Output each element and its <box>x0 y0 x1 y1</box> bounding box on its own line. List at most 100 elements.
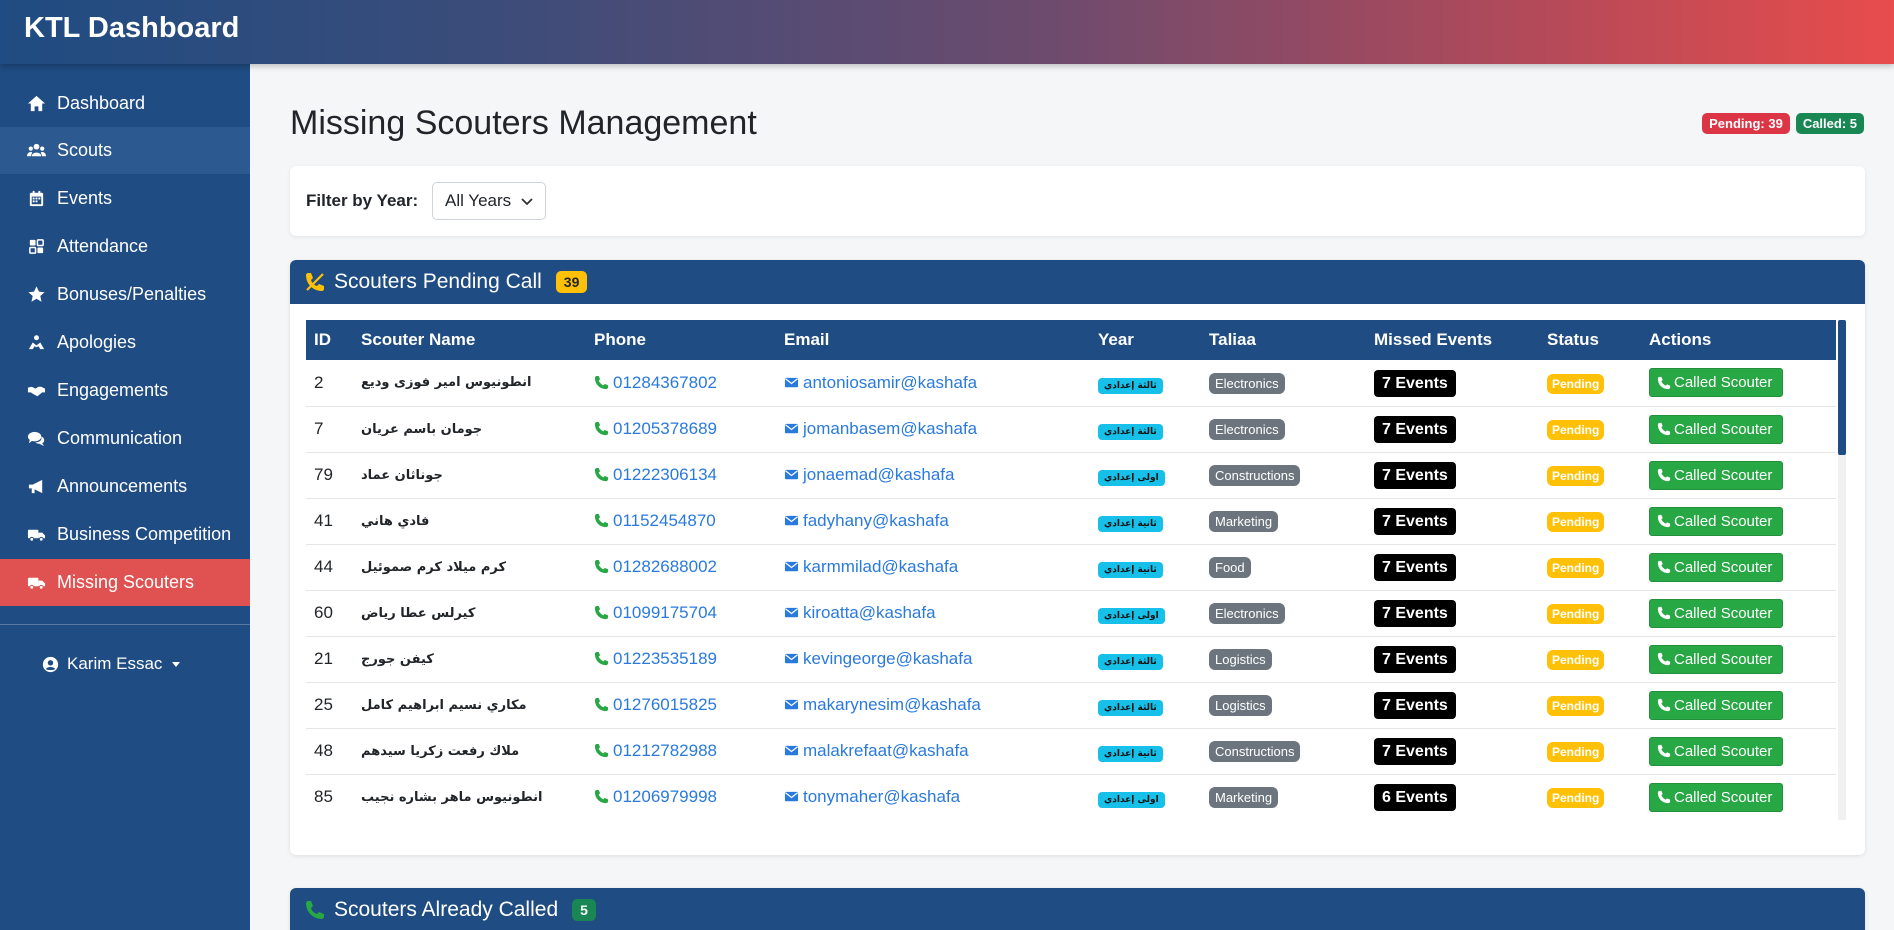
taliaa-badge: Constructions <box>1209 741 1301 762</box>
taliaa-badge: Electronics <box>1209 603 1285 624</box>
sidebar-item-communication[interactable]: Communication <box>0 415 250 462</box>
table-row: 48 ملاك رفعت زكريا سيدهم 01212782988 malakr… <box>306 728 1836 774</box>
phone-link[interactable]: 01276015825 <box>613 695 717 714</box>
cell-year: ثانية إعدادي <box>1090 498 1201 544</box>
cell-missed-events: 7 Events <box>1366 682 1539 728</box>
cell-status: Pending <box>1539 498 1641 544</box>
table-row: 21 كيفن جورج 01223535189 kevingeorge@kashaf… <box>306 636 1836 682</box>
year-badge: ثالثة إعدادي <box>1098 424 1163 440</box>
sidebar-item-scouts[interactable]: Scouts <box>0 127 250 174</box>
phone-icon <box>306 901 324 919</box>
phone-link[interactable]: 01282688002 <box>613 557 717 576</box>
top-navbar: KTL Dashboard <box>0 0 1894 64</box>
called-scouter-label: Called Scouter <box>1674 558 1773 576</box>
called-scouter-button[interactable]: Called Scouter <box>1649 414 1784 444</box>
envelope-icon <box>784 421 799 436</box>
email-link[interactable]: kiroatta@kashafa <box>803 603 936 622</box>
cell-id: 21 <box>314 649 333 668</box>
cell-email: jomanbasem@kashafa <box>776 406 1090 452</box>
email-link[interactable]: karmmilad@kashafa <box>803 557 958 576</box>
pending-table-container[interactable]: ID Scouter Name Phone Email Year Taliaa … <box>306 320 1841 820</box>
sidebar-item-events[interactable]: Events <box>0 175 250 222</box>
email-link[interactable]: fadyhany@kashafa <box>803 511 949 530</box>
scrollbar-thumb[interactable] <box>1838 320 1846 455</box>
cell-status: Pending <box>1539 728 1641 774</box>
cell-scouter-name: جومان باسم عريان <box>361 421 483 437</box>
app-brand[interactable]: KTL Dashboard <box>24 12 239 45</box>
calendar-icon <box>25 188 47 210</box>
called-scouter-label: Called Scouter <box>1674 466 1773 484</box>
email-link[interactable]: malakrefaat@kashafa <box>803 741 969 760</box>
user-circle-icon <box>42 656 59 672</box>
cell-email: tonymaher@kashafa <box>776 774 1090 820</box>
email-link[interactable]: jonaemad@kashafa <box>803 465 954 484</box>
sidebar-item-missing-scouters[interactable]: Missing Scouters <box>0 559 250 606</box>
status-badge: Pending <box>1547 788 1605 808</box>
sidebar-item-label: Announcements <box>57 476 188 496</box>
cell-actions: Called Scouter <box>1641 682 1836 728</box>
email-link[interactable]: tonymaher@kashafa <box>803 787 960 806</box>
email-link[interactable]: antoniosamir@kashafa <box>803 373 977 392</box>
sidebar-item-engagements[interactable]: Engagements <box>0 367 250 414</box>
sidebar-item-announcements[interactable]: Announcements <box>0 463 250 510</box>
cell-status: Pending <box>1539 406 1641 452</box>
sidebar-item-attendance[interactable]: Attendance <box>0 223 250 270</box>
sidebar-item-label: Engagements <box>57 380 169 400</box>
sidebar-item-bonuses-penalties[interactable]: Bonuses/Penalties <box>0 271 250 318</box>
phone-link[interactable]: 01205378689 <box>613 419 717 438</box>
cell-taliaa: Marketing <box>1201 774 1366 820</box>
envelope-icon <box>784 513 799 528</box>
cell-scouter-name: فادي هاني <box>361 513 430 529</box>
cell-actions: Called Scouter <box>1641 636 1836 682</box>
cell-phone: 01282688002 <box>586 544 776 590</box>
called-scouter-button[interactable]: Called Scouter <box>1649 552 1784 582</box>
phone-link[interactable]: 01212782988 <box>613 741 717 760</box>
called-scouter-button[interactable]: Called Scouter <box>1649 598 1784 628</box>
table-scrollbar[interactable] <box>1838 320 1846 820</box>
users-icon <box>25 140 47 162</box>
sidebar-item-business-competition[interactable]: Business Competition <box>0 511 250 558</box>
cell-scouter-name: كيرلس عطا رياض <box>361 605 476 621</box>
called-scouter-button[interactable]: Called Scouter <box>1649 644 1784 674</box>
called-scouter-button[interactable]: Called Scouter <box>1649 782 1784 812</box>
sidebar-item-label: Apologies <box>57 332 137 352</box>
email-link[interactable]: makarynesim@kashafa <box>803 695 981 714</box>
year-badge: ثالثة إعدادي <box>1098 700 1163 716</box>
phone-link[interactable]: 01099175704 <box>613 603 717 622</box>
table-row: 7 جومان باسم عريان 01205378689 jomanbasem@k… <box>306 406 1836 452</box>
col-header-name: Scouter Name <box>361 330 476 349</box>
phone-link[interactable]: 01222306134 <box>613 465 717 484</box>
cell-missed-events: 7 Events <box>1366 360 1539 406</box>
email-link[interactable]: kevingeorge@kashafa <box>803 649 972 668</box>
missed-events-badge: 7 Events <box>1374 600 1456 627</box>
called-scouter-button[interactable]: Called Scouter <box>1649 368 1784 398</box>
caret-down-icon <box>172 661 181 667</box>
cell-status: Pending <box>1539 636 1641 682</box>
called-scouter-button[interactable]: Called Scouter <box>1649 506 1784 536</box>
taliaa-badge: Constructions <box>1209 465 1301 486</box>
envelope-icon <box>784 375 799 390</box>
col-header-missed-events: Missed Events <box>1374 330 1493 349</box>
called-scouter-label: Called Scouter <box>1674 374 1773 392</box>
sidebar-item-apologies[interactable]: Apologies <box>0 319 250 366</box>
called-scouter-button[interactable]: Called Scouter <box>1649 690 1784 720</box>
year-filter-select[interactable]: All Years <box>432 182 546 220</box>
pending-call-card: Scouters Pending Call 39 ID Scouter Name… <box>290 260 1865 855</box>
sidebar-item-dashboard[interactable]: Dashboard <box>0 80 250 127</box>
user-name: Karim Essac <box>67 654 163 673</box>
cell-taliaa: Marketing <box>1201 498 1366 544</box>
phone-icon <box>1657 652 1671 666</box>
email-link[interactable]: jomanbasem@kashafa <box>803 419 977 438</box>
handshake-icon <box>25 380 47 402</box>
envelope-icon <box>784 789 799 804</box>
user-menu[interactable]: Karim Essac <box>42 654 181 674</box>
called-scouter-button[interactable]: Called Scouter <box>1649 736 1784 766</box>
sidebar-item-label: Scouts <box>57 140 113 160</box>
phone-link[interactable]: 01152454870 <box>613 511 716 530</box>
called-scouter-button[interactable]: Called Scouter <box>1649 460 1784 490</box>
phone-link[interactable]: 01284367802 <box>613 373 717 392</box>
called-scouter-label: Called Scouter <box>1674 696 1773 714</box>
missed-events-badge: 7 Events <box>1374 554 1456 581</box>
phone-link[interactable]: 01223535189 <box>613 649 717 668</box>
phone-link[interactable]: 01206979998 <box>613 787 717 806</box>
